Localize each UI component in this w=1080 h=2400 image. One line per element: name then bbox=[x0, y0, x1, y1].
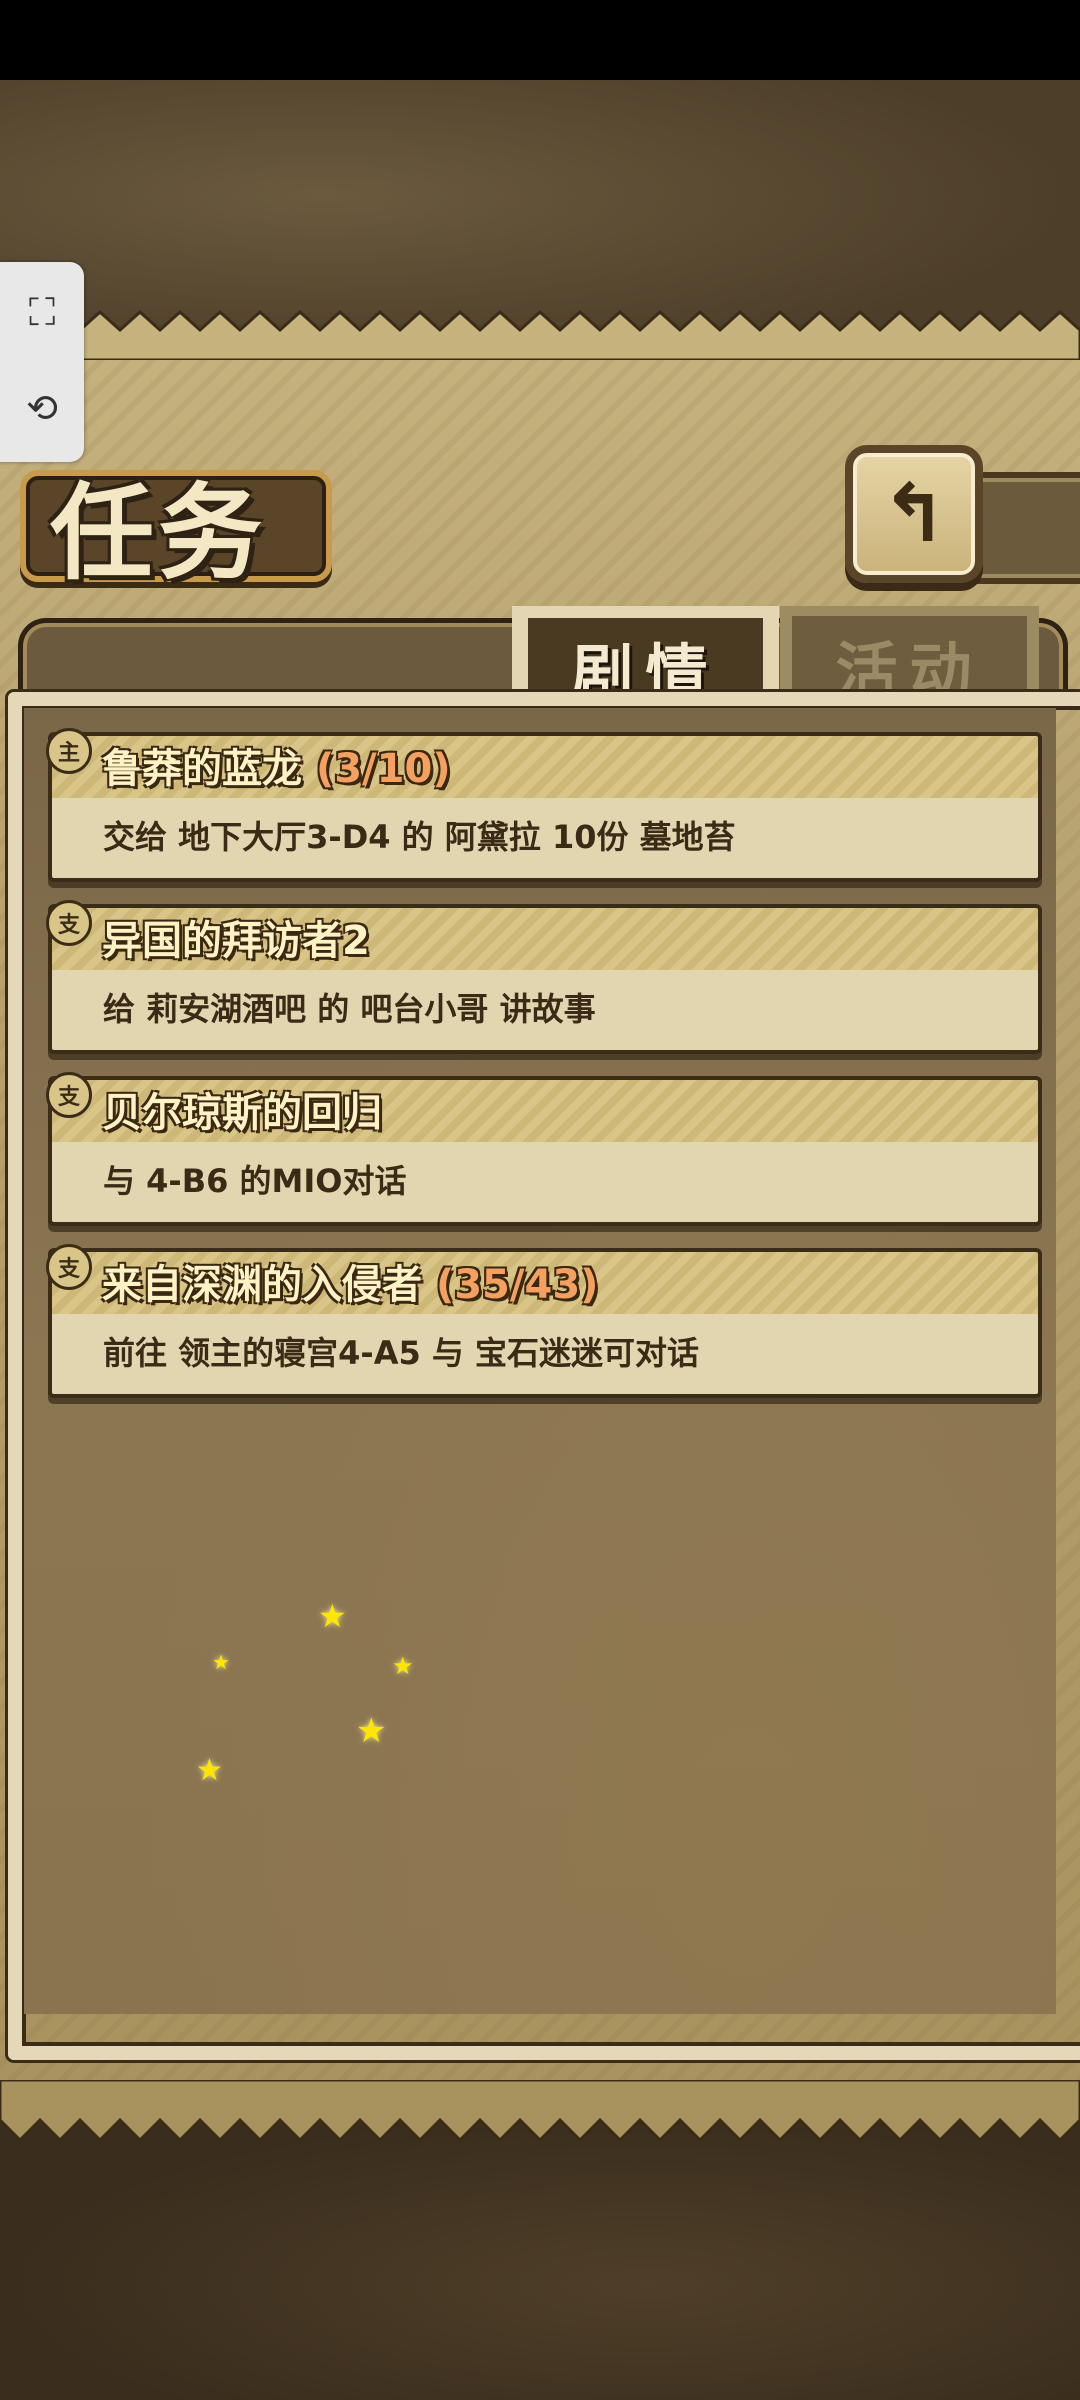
quest-description: 交给 地下大厅3-D4 的 阿黛拉 10份 墓地苔 bbox=[103, 818, 736, 856]
replay-tool-icon[interactable]: ⟲ bbox=[14, 380, 70, 436]
main-quest-icon: 主 bbox=[46, 728, 92, 774]
sparkle-star-icon: ★ bbox=[318, 1597, 347, 1635]
quest-item[interactable]: 主 鲁莽的蓝龙 (3/10) 交给 地下大厅3-D4 的 阿黛拉 10份 墓地苔 bbox=[46, 728, 1042, 882]
quest-item[interactable]: 支 来自深渊的入侵者 (35/43) 前往 领主的寝宫4-A5 与 宝石迷迷可对… bbox=[46, 1244, 1042, 1398]
back-button[interactable]: ↰ bbox=[845, 445, 983, 583]
page-title: 任务 bbox=[50, 471, 267, 594]
side-quest-icon: 支 bbox=[46, 900, 92, 946]
sparkle-star-icon: ★ bbox=[356, 1711, 387, 1751]
quest-item[interactable]: 支 异国的拜访者2 给 莉安湖酒吧 的 吧台小哥 讲故事 bbox=[46, 900, 1042, 1054]
side-quest-icon: 支 bbox=[46, 1244, 92, 1290]
zigzag-border-top bbox=[0, 309, 1080, 360]
quest-title: 贝尔琼斯的回归 bbox=[102, 1090, 382, 1136]
status-bar bbox=[0, 0, 1080, 80]
screenshot-tool-icon[interactable]: ⛶ bbox=[14, 284, 70, 340]
quest-description: 给 莉安湖酒吧 的 吧台小哥 讲故事 bbox=[103, 990, 596, 1028]
quest-title: 来自深渊的入侵者 (35/43) bbox=[102, 1262, 599, 1308]
zigzag-border-bottom bbox=[0, 2080, 1080, 2143]
back-arrow-icon: ↰ bbox=[880, 467, 948, 560]
quest-progress: (35/43) bbox=[435, 1262, 599, 1308]
quest-title: 异国的拜访者2 bbox=[102, 918, 370, 964]
quest-title: 鲁莽的蓝龙 (3/10) bbox=[102, 746, 451, 792]
quest-item[interactable]: 支 贝尔琼斯的回归 与 4-B6 的MIO对话 bbox=[46, 1072, 1042, 1226]
sparkle-star-icon: ★ bbox=[196, 1753, 223, 1788]
quest-progress: (3/10) bbox=[315, 746, 451, 792]
quest-panel: 主 鲁莽的蓝龙 (3/10) 交给 地下大厅3-D4 的 阿黛拉 10份 墓地苔… bbox=[0, 692, 1080, 2060]
sparkle-star-icon: ★ bbox=[392, 1652, 414, 1680]
sparkle-star-icon: ★ bbox=[212, 1650, 230, 1674]
side-quest-icon: 支 bbox=[46, 1072, 92, 1118]
quest-description: 与 4-B6 的MIO对话 bbox=[103, 1162, 407, 1200]
floating-toolbar: ⛶ ⟲ bbox=[0, 262, 84, 462]
quest-description: 前往 领主的寝宫4-A5 与 宝石迷迷可对话 bbox=[103, 1334, 700, 1372]
